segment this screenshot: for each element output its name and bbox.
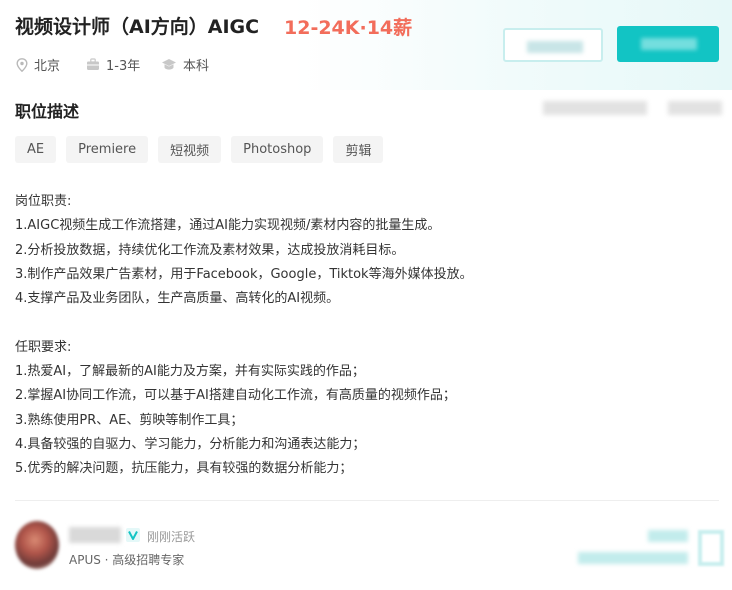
requirements-heading: 任职要求: (15, 339, 72, 355)
requirement-item: 3.熟练使用PR、AE、剪映等制作工具； (15, 412, 244, 428)
skill-tag: 剪辑 (333, 136, 384, 163)
duties-heading: 岗位职责: (15, 194, 72, 209)
section-title-job-description: 职位描述 (15, 102, 80, 121)
requirement-item: 2.掌握AI协同工作流，可以基于AI搭建自动化工作流，有高质量的视频作品； (15, 388, 456, 404)
requirement-item: 5.优秀的解决问题，抗压能力，具有较强的数据分析能力； (15, 461, 353, 477)
requirement-item: 4.具备较强的自驱力、学习能力，分析能力和沟通表达能力； (15, 436, 366, 452)
duty-item: 1.AIGC视频生成工作流搭建，通过AI能力实现视频/素材内容的批量生成。 (15, 218, 441, 234)
requirement-item: 1.热爱AI，了解最新的AI能力及方案，并有实际实践的作品； (15, 364, 365, 380)
briefcase-icon (87, 58, 99, 70)
primary-action-button[interactable] (617, 26, 719, 62)
salary: 12-24K·14薪 (284, 17, 413, 39)
experience-text: 1-3年 (106, 59, 141, 74)
job-location: 北京 (16, 55, 60, 74)
education-text: 本科 (183, 59, 210, 74)
redacted-text (668, 101, 722, 115)
skill-tags: AE Premiere 短视频 Photoshop 剪辑 (15, 136, 384, 163)
skill-tag: AE (15, 136, 57, 163)
recruiter-avatar[interactable] (15, 521, 59, 569)
duty-item: 4.支撑产品及业务团队，生产高质量、高转化的AI视频。 (15, 291, 340, 307)
contact-button[interactable] (698, 530, 724, 566)
skill-tag: Premiere (66, 136, 149, 163)
recruiter-name-redacted (69, 527, 121, 543)
duty-item: 3.制作产品效果广告素材，用于Facebook，Google，Tiktok等海外… (15, 266, 473, 282)
divider (15, 500, 719, 501)
job-description-text: 岗位职责: 1.AIGC视频生成工作流搭建，通过AI能力实现视频/素材内容的批量… (15, 190, 473, 482)
recruiter-company-title: APUS · 高级招聘专家 (69, 553, 185, 567)
job-experience: 1-3年 (86, 55, 140, 74)
location-text: 北京 (34, 59, 61, 74)
job-title: 视频设计师（AI方向）AIGC (15, 16, 260, 38)
recruiter-active-status: 刚刚活跃 (147, 530, 196, 544)
redacted-text (543, 101, 647, 115)
redacted-text (648, 530, 688, 542)
skill-tag: Photoshop (231, 136, 324, 163)
skill-tag: 短视频 (158, 136, 222, 163)
secondary-action-button[interactable] (503, 28, 603, 62)
redacted-text (578, 552, 688, 564)
verified-icon (126, 528, 140, 542)
duty-item: 2.分析投放数据，持续优化工作流及素材效果，达成投放消耗目标。 (15, 242, 405, 258)
graduation-cap-icon (162, 59, 176, 70)
location-icon (16, 57, 28, 72)
job-education: 本科 (161, 55, 209, 74)
